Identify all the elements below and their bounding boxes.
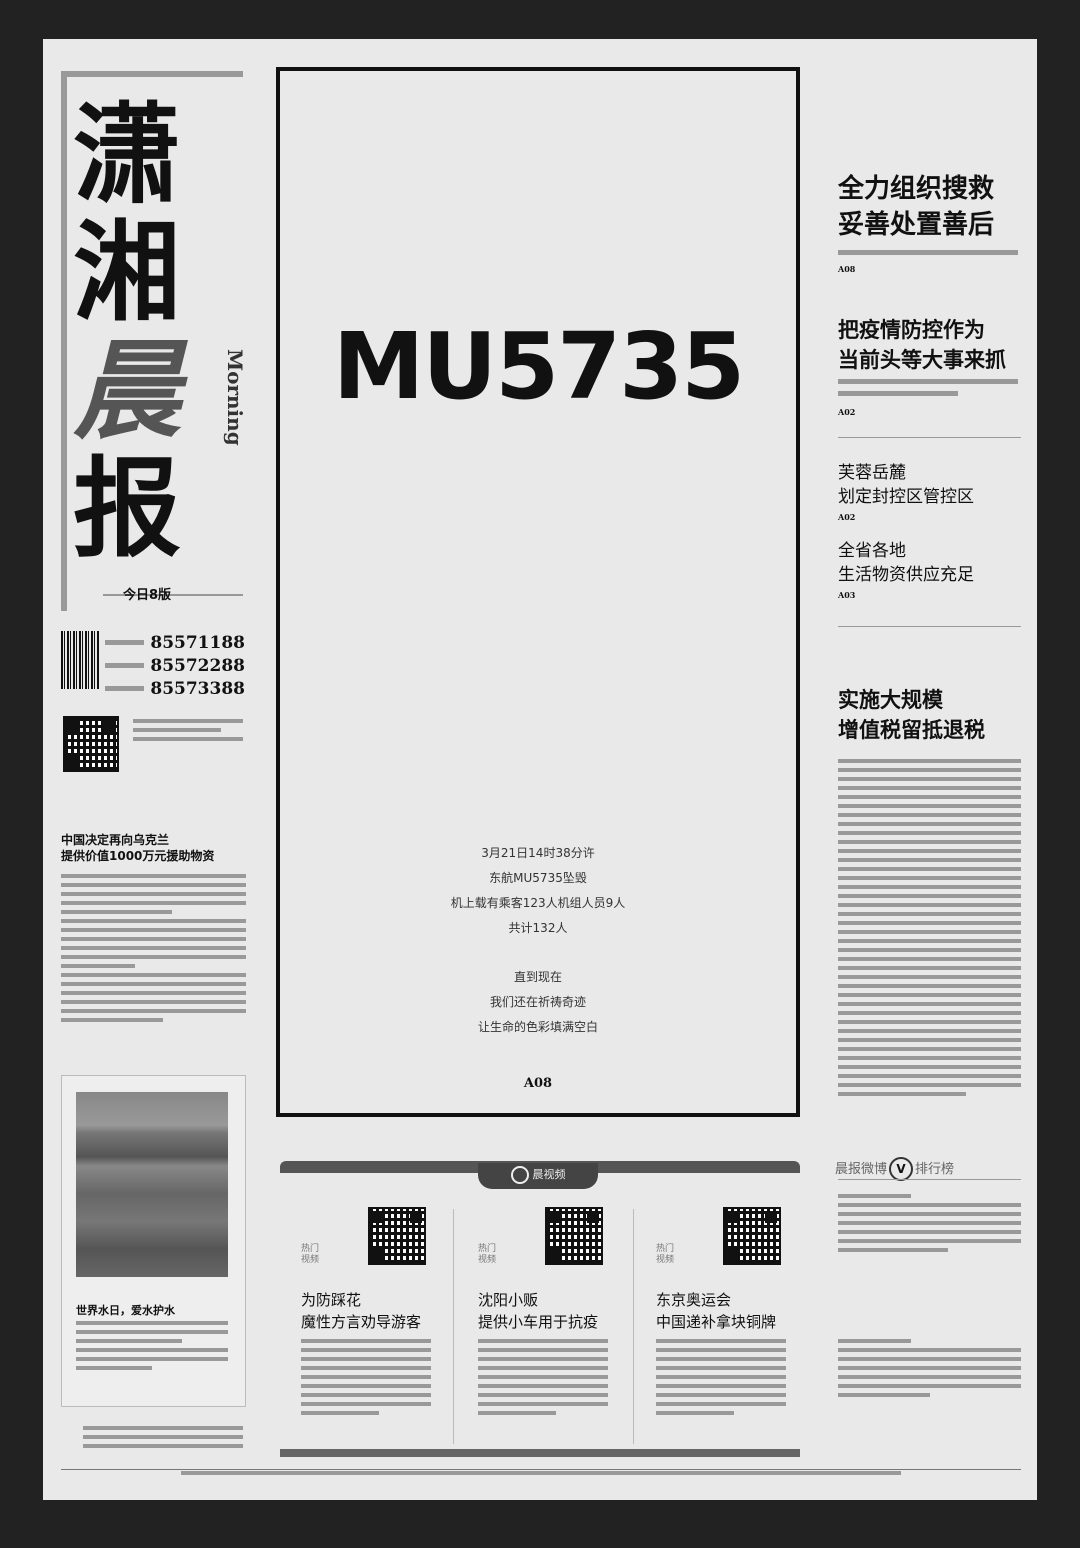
phone-number: 85571188 xyxy=(150,632,245,653)
video-item[interactable]: 热门视频 东京奥运会 中国递补拿块铜牌 xyxy=(638,1189,803,1444)
phone-row: 85573388 xyxy=(105,677,245,700)
video-title: 为防踩花 魔性方言劝导游客 xyxy=(301,1291,422,1331)
left-story-body xyxy=(61,874,246,1027)
phone-number: 85572288 xyxy=(150,655,245,676)
right-story-body xyxy=(838,759,1021,1101)
section-rule xyxy=(838,437,1021,438)
edition-label: 今日8版 xyxy=(123,588,172,603)
video-body xyxy=(478,1339,608,1420)
page-reference: A03 xyxy=(838,590,856,600)
memorial-text: 3月21日14时38分许 东航MU5735坠毁 机上载有乘客123人机组人员9人… xyxy=(280,841,796,1040)
qr-code xyxy=(368,1207,426,1265)
memorial-line: 3月21日14时38分许 xyxy=(481,846,595,860)
divider xyxy=(453,1209,454,1444)
memorial-line: 直到现在 xyxy=(513,970,562,984)
verified-v-icon: V xyxy=(889,1157,914,1181)
panel-tab: 晨视频 xyxy=(478,1163,598,1189)
masthead-char: 湘 xyxy=(73,210,182,336)
memorial-line: 让生命的色彩填满空白 xyxy=(477,1020,598,1034)
headline-subtext xyxy=(838,391,958,396)
phone-row: 85572288 xyxy=(105,654,245,677)
right-headline: 把疫情防控作为 当前头等大事来抓 xyxy=(838,318,1006,372)
weibo-post xyxy=(838,1339,1021,1402)
video-title: 东京奥运会 中国递补拿块铜牌 xyxy=(656,1291,777,1331)
section-rule xyxy=(838,626,1021,627)
right-subhead: 全省各地 生活物资供应充足 xyxy=(838,541,974,585)
memorial-frame: MU5735 3月21日14时38分许 东航MU5735坠毁 机上载有乘客123… xyxy=(276,67,800,1117)
headline-subtext xyxy=(838,250,1018,255)
right-subhead: 芙蓉岳麓 划定封控区管控区 xyxy=(838,463,974,507)
photo-box: 世界水日，爱水护水 xyxy=(61,1075,246,1407)
section-rule xyxy=(838,1179,1021,1180)
left-story-title: 中国决定再向乌克兰 提供价值1000万元援助物资 xyxy=(61,833,215,863)
memorial-line: 东航MU5735坠毁 xyxy=(489,871,587,885)
masthead-char: 报 xyxy=(73,446,182,572)
panel-bottom-bar xyxy=(280,1449,800,1457)
photo-body xyxy=(76,1321,228,1375)
video-icon xyxy=(510,1166,529,1184)
page-reference: A08 xyxy=(838,264,856,274)
phone-number: 85573388 xyxy=(150,678,245,699)
divider xyxy=(633,1209,634,1444)
memorial-line: 共计132人 xyxy=(508,921,568,935)
hot-label: 热门视频 xyxy=(301,1244,320,1265)
weibo-post xyxy=(838,1194,1021,1257)
masthead-char: 潇 xyxy=(73,92,182,218)
masthead-title: 潇 湘 晨 报 xyxy=(73,101,183,573)
qr-code xyxy=(63,716,119,772)
video-item[interactable]: 热门视频 为防踩花 魔性方言劝导游客 xyxy=(283,1189,448,1444)
headline-subtext xyxy=(838,379,1018,384)
masthead-english: Morning xyxy=(223,349,247,446)
weibo-ranking-title: 晨报微博 V 排行榜 xyxy=(835,1157,954,1181)
qr-code xyxy=(545,1207,603,1265)
news-photo xyxy=(76,1092,228,1277)
memorial-line: 我们还在祈祷奇迹 xyxy=(489,995,586,1009)
hot-label: 热门视频 xyxy=(656,1244,675,1265)
video-title: 沈阳小贩 提供小车用于抗疫 xyxy=(478,1291,599,1331)
footer-info xyxy=(61,1471,1021,1481)
video-body xyxy=(656,1339,786,1420)
photo-caption: 世界水日，爱水护水 xyxy=(76,1304,175,1317)
right-headline: 实施大规模 增值税留抵退税 xyxy=(838,688,985,742)
page-reference: A08 xyxy=(523,1076,553,1091)
contact-fineprint xyxy=(133,719,243,746)
page-reference: A02 xyxy=(838,407,856,417)
masthead-char: 晨 xyxy=(73,328,182,454)
barcode xyxy=(61,631,99,689)
phone-row: 85571188 xyxy=(105,631,245,654)
newspaper-front-page: 潇 湘 晨 报 Morning 今日8版 85571188 85572288 8… xyxy=(43,39,1037,1500)
headline: MU5735 xyxy=(332,313,745,420)
memorial-line: 机上载有乘客123人机组人员9人 xyxy=(450,896,626,910)
phone-list: 85571188 85572288 85573388 xyxy=(105,631,245,700)
video-item[interactable]: 热门视频 沈阳小贩 提供小车用于抗疫 xyxy=(460,1189,625,1444)
hot-label: 热门视频 xyxy=(478,1244,497,1265)
qr-code xyxy=(723,1207,781,1265)
footer-rule xyxy=(61,1469,1021,1470)
right-headline: 全力组织搜救 妥善处置善后 xyxy=(838,174,995,240)
video-body xyxy=(301,1339,431,1420)
staff-credits xyxy=(83,1426,243,1453)
page-reference: A02 xyxy=(838,512,856,522)
